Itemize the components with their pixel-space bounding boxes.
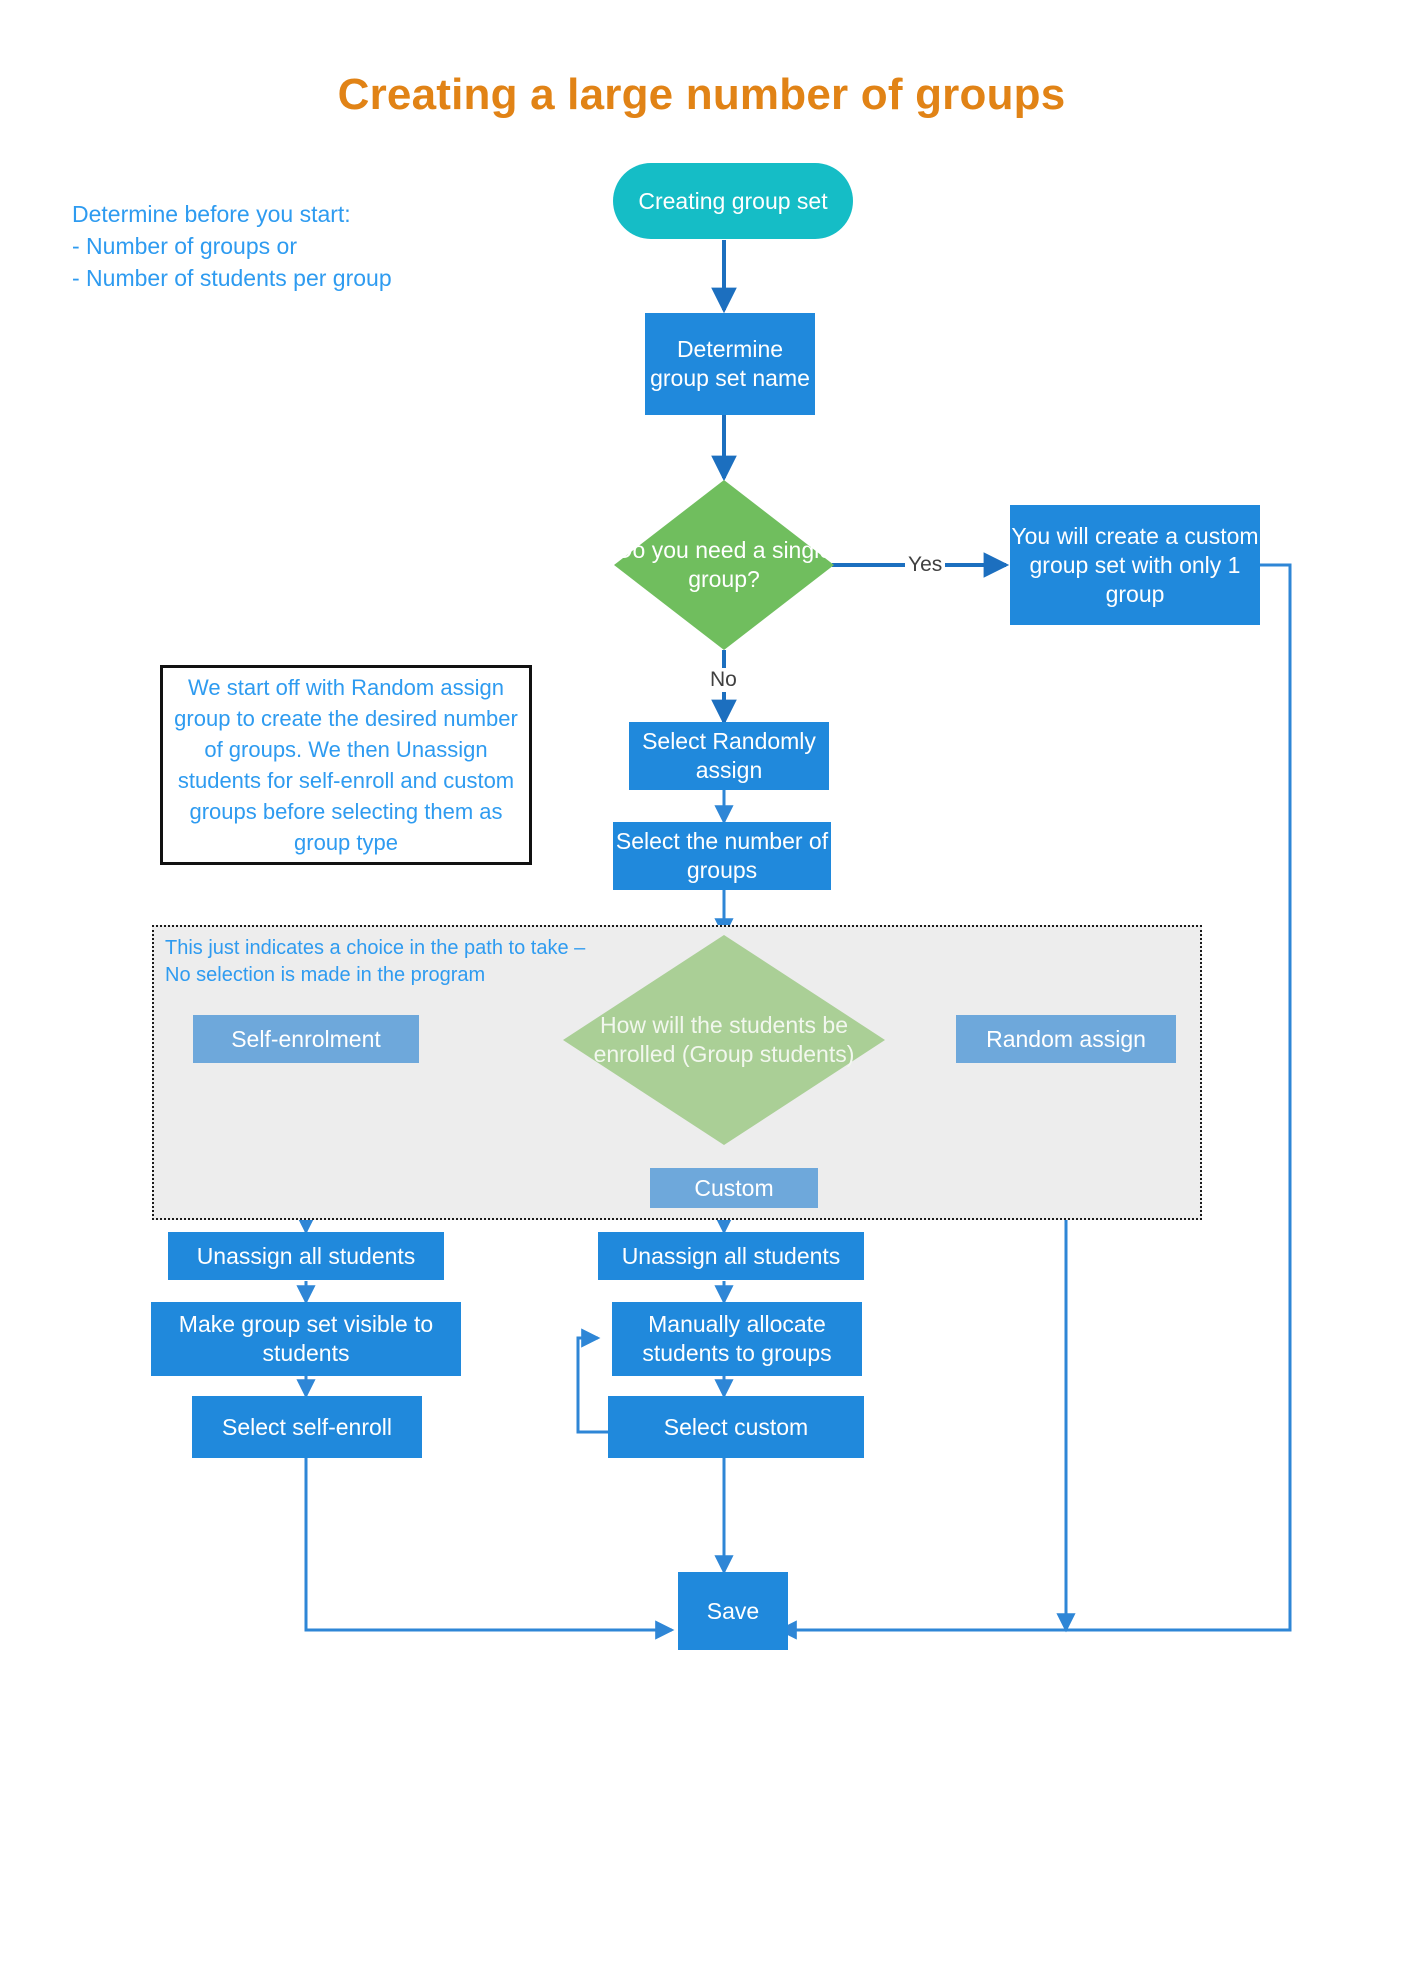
node-label: You will create a custom group set with … xyxy=(1011,522,1259,607)
flowchart-canvas: Creating a large number of groups Determ… xyxy=(0,0,1403,1984)
node-label: Custom xyxy=(694,1174,774,1201)
node-label: Determine group set name xyxy=(650,336,810,391)
node-custom-group-set-one-group[interactable]: You will create a custom group set with … xyxy=(1010,505,1260,625)
node-save[interactable]: Save xyxy=(678,1572,788,1650)
node-label: Select Randomly assign xyxy=(642,728,816,783)
edge-label-yes: Yes xyxy=(905,553,946,577)
node-label: Unassign all students xyxy=(196,1242,416,1269)
node-self-enrolment[interactable]: Self-enrolment xyxy=(193,1015,419,1063)
precheck-note: Determine before you start: - Number of … xyxy=(72,201,392,291)
node-start-creating-group-set[interactable]: Creating group set xyxy=(613,163,853,239)
node-label: Do you need a single group? xyxy=(615,537,833,592)
node-random-assign[interactable]: Random assign xyxy=(956,1015,1176,1063)
node-label: Save xyxy=(706,1597,760,1624)
node-label: Manually allocate students to groups xyxy=(642,1311,832,1366)
callout-random-assign-note: We start off with Random assign group to… xyxy=(160,665,532,865)
node-unassign-all-students-left[interactable]: Unassign all students xyxy=(168,1232,444,1280)
node-label: Make group set visible to students xyxy=(178,1311,434,1366)
node-unassign-all-students-center[interactable]: Unassign all students xyxy=(598,1232,864,1280)
node-determine-group-set-name[interactable]: Determine group set name xyxy=(645,313,815,415)
callout-text: We start off with Random assign group to… xyxy=(174,675,518,855)
node-label: How will the students be enrolled (Group… xyxy=(593,1012,855,1067)
node-decision-single-group[interactable]: Do you need a single group? xyxy=(614,480,834,650)
node-custom[interactable]: Custom xyxy=(650,1168,818,1208)
node-label: Unassign all students xyxy=(621,1242,841,1269)
node-label: Random assign xyxy=(986,1025,1146,1052)
node-label: Creating group set xyxy=(638,187,828,214)
node-label: Select custom xyxy=(663,1413,809,1440)
edge-label-no: No xyxy=(707,668,740,692)
node-select-number-of-groups[interactable]: Select the number of groups xyxy=(613,822,831,890)
node-decision-how-enrolled[interactable]: How will the students be enrolled (Group… xyxy=(563,935,885,1145)
node-label: Select the number of groups xyxy=(615,828,829,883)
node-select-randomly-assign[interactable]: Select Randomly assign xyxy=(629,722,829,790)
node-select-custom[interactable]: Select custom xyxy=(608,1396,864,1458)
node-manually-allocate-students[interactable]: Manually allocate students to groups xyxy=(612,1302,862,1376)
node-label: Select self-enroll xyxy=(221,1413,393,1440)
node-select-self-enroll[interactable]: Select self-enroll xyxy=(192,1396,422,1458)
node-label: Self-enrolment xyxy=(231,1025,381,1052)
page-title: Creating a large number of groups xyxy=(337,70,1066,119)
node-make-group-set-visible[interactable]: Make group set visible to students xyxy=(151,1302,461,1376)
